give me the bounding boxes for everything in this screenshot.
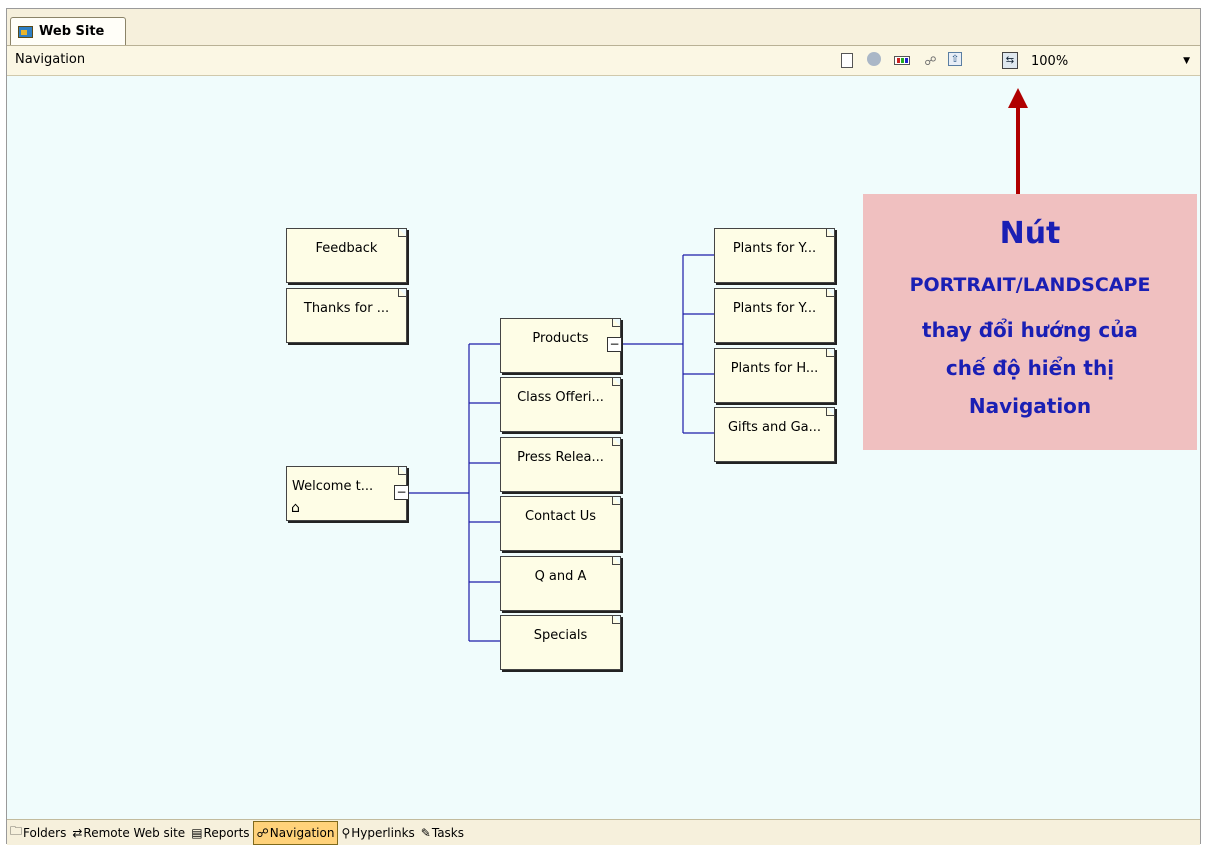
page-node-label: Q and A [534, 569, 587, 584]
tab-bar: Web Site [7, 9, 1200, 46]
view-tab-label: Folders [23, 825, 67, 840]
folder-icon: 🗀 [10, 824, 23, 838]
home-icon: ⌂ [291, 500, 300, 516]
page-node-plants-3[interactable]: Plants for H... [714, 348, 835, 403]
page-node-label: Contact Us [525, 509, 596, 524]
view-tab-label: Tasks [431, 825, 465, 840]
view-tab-hyperlinks[interactable]: ⚲ Hyperlinks [338, 822, 417, 844]
collapse-toggle-products[interactable]: − [607, 337, 622, 352]
page-node-label: Thanks for ... [303, 301, 390, 316]
page-node-label: Specials [533, 628, 588, 643]
tasks-icon: ✎ [420, 825, 431, 840]
view-tab-label: Remote Web site [83, 825, 186, 840]
report-icon: ▤ [191, 825, 203, 840]
external-file-icon[interactable] [867, 52, 881, 66]
page-node-welcome[interactable]: Welcome t... ⌂ [286, 466, 407, 521]
view-tab-tasks[interactable]: ✎ Tasks [418, 822, 467, 844]
page-node-specials[interactable]: Specials [500, 615, 621, 670]
callout-line: chế độ hiển thị [945, 356, 1115, 380]
annotation-callout: Nút PORTRAIT/LANDSCAPE thay đổi hướng củ… [863, 194, 1197, 450]
view-toolbar: Navigation ☍ ⇧ ⇆ 100% ▼ [7, 46, 1200, 76]
page-node-plants-2[interactable]: Plants for Y... [714, 288, 835, 343]
page-node-label: Plants for Y... [732, 241, 817, 256]
callout-line: thay đổi hướng của [922, 318, 1138, 342]
new-page-icon[interactable] [841, 53, 853, 68]
zoom-value: 100% [1031, 53, 1069, 69]
page-node-products[interactable]: Products [500, 318, 621, 373]
navigation-icon: ☍ [256, 825, 269, 840]
collapse-toggle-welcome[interactable]: − [394, 485, 409, 500]
annotation-arrow [1008, 88, 1028, 194]
view-tab-navigation[interactable]: ☍ Navigation [252, 820, 339, 845]
page-node-q-and-a[interactable]: Q and A [500, 556, 621, 611]
page-node-label: Class Offeri... [517, 390, 604, 405]
color-swatch-icon[interactable] [894, 56, 910, 65]
page-node-label: Press Relea... [517, 450, 604, 465]
portrait-landscape-icon[interactable]: ⇆ [1002, 52, 1018, 69]
remote-site-icon: ⇄ [72, 825, 83, 840]
callout-title: Nút [999, 216, 1061, 251]
view-tab-remote-web-site[interactable]: ⇄ Remote Web site [69, 822, 188, 844]
arrow-head [1008, 88, 1028, 108]
callout-line: Navigation [968, 394, 1092, 418]
view-tab-reports[interactable]: ▤ Reports [188, 822, 252, 844]
up-level-icon[interactable]: ⇧ [948, 52, 962, 66]
navigation-canvas: Feedback Thanks for ... Welcome t... ⌂ −… [7, 76, 1200, 818]
website-window: Web Site Navigation ☍ ⇧ ⇆ 100% ▼ Feedbac… [6, 8, 1201, 845]
page-node-label: Gifts and Ga... [727, 420, 822, 435]
view-tab-label: Hyperlinks [351, 825, 415, 840]
page-node-label: Feedback [315, 241, 378, 256]
hyperlink-icon: ⚲ [341, 825, 351, 840]
page-node-press-releases[interactable]: Press Relea... [500, 437, 621, 492]
view-tab-label: Reports [203, 825, 250, 840]
page-node-gifts[interactable]: Gifts and Ga... [714, 407, 835, 462]
page-node-feedback[interactable]: Feedback [286, 228, 407, 283]
callout-line: PORTRAIT/LANDSCAPE [909, 274, 1151, 296]
page-node-contact-us[interactable]: Contact Us [500, 496, 621, 551]
website-icon [18, 25, 33, 38]
views-bar: 🗀 Folders ⇄ Remote Web site ▤ Reports ☍ Navi… [7, 819, 1200, 845]
chevron-down-icon: ▼ [1183, 56, 1190, 66]
page-node-thanks[interactable]: Thanks for ... [286, 288, 407, 343]
page-node-class-offerings[interactable]: Class Offeri... [500, 377, 621, 432]
view-title: Navigation [15, 52, 86, 67]
tab-web-site[interactable]: Web Site [10, 17, 126, 45]
page-node-label: Plants for H... [730, 361, 819, 376]
page-node-label: Products [532, 331, 589, 346]
zoom-select[interactable]: 100% ▼ [1031, 50, 1193, 72]
tab-label: Web Site [39, 24, 105, 39]
tree-icon[interactable]: ☍ [922, 52, 939, 69]
view-tab-label: Navigation [269, 825, 335, 840]
page-node-label: Welcome t... [292, 479, 374, 494]
page-node-plants-1[interactable]: Plants for Y... [714, 228, 835, 283]
view-tab-folders[interactable]: 🗀 Folders [7, 822, 69, 844]
page-node-label: Plants for Y... [732, 301, 817, 316]
